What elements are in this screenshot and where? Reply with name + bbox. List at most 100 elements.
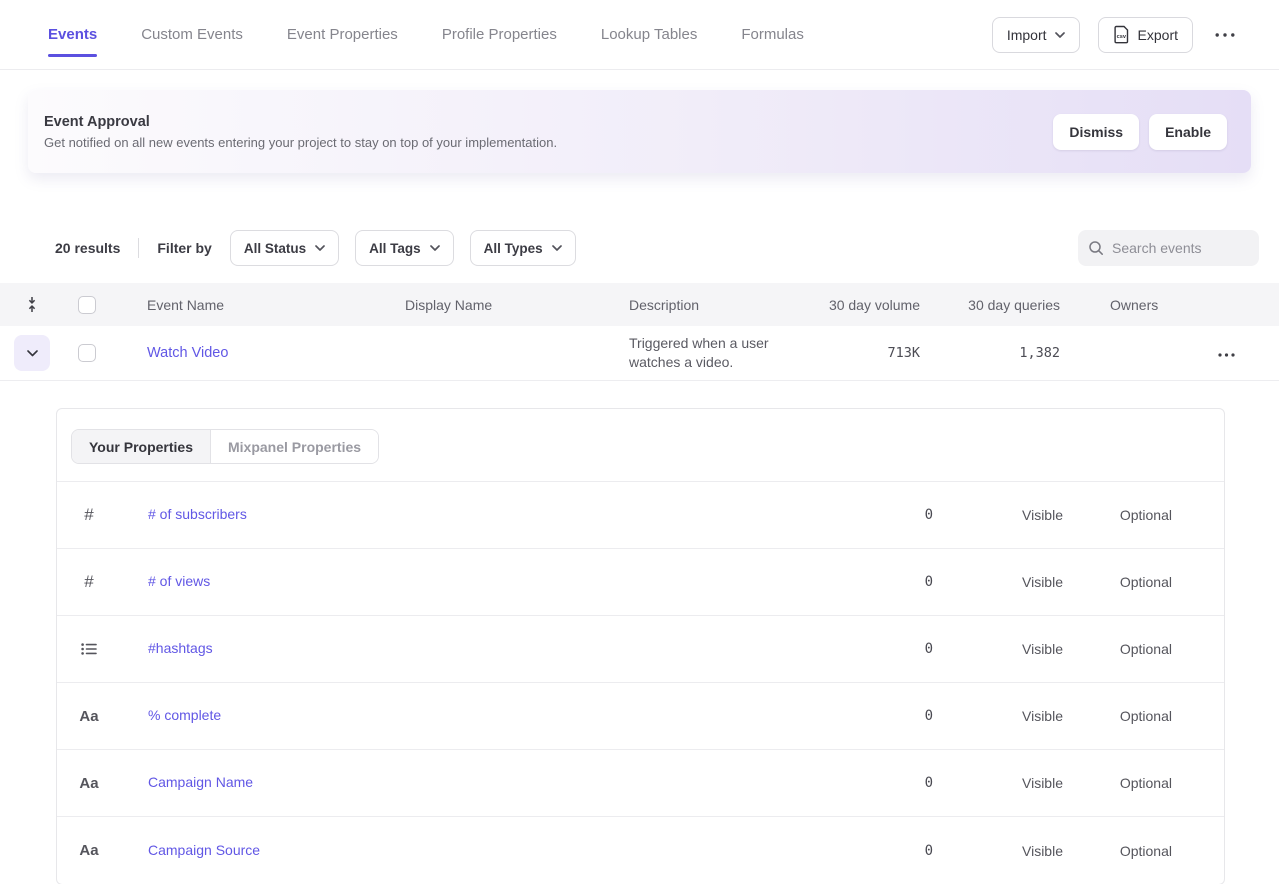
chevron-down-icon [1055,32,1065,38]
property-visibility[interactable]: Visible [933,708,1063,724]
search-box [1078,230,1259,266]
property-value: 0 [813,641,933,657]
nav-tabs: Events Custom Events Event Properties Pr… [48,0,804,69]
types-filter-dropdown[interactable]: All Types [470,230,576,266]
property-name-link[interactable]: # of subscribers [121,506,247,522]
property-visibility[interactable]: Visible [933,507,1063,523]
property-visibility[interactable]: Visible [933,641,1063,657]
tab-profile-properties[interactable]: Profile Properties [442,20,557,49]
column-owners[interactable]: Owners [1060,297,1180,313]
property-row: Aa Campaign Source 0 Visible Optional [57,817,1224,884]
property-row: # # of subscribers 0 Visible Optional [57,482,1224,549]
tags-filter-label: All Tags [369,241,421,256]
property-name-link[interactable]: % complete [121,707,221,723]
property-row: Aa % complete 0 Visible Optional [57,683,1224,750]
property-requirement[interactable]: Optional [1063,775,1172,791]
property-name-link[interactable]: Campaign Name [121,774,253,790]
status-filter-dropdown[interactable]: All Status [230,230,339,266]
tab-your-properties[interactable]: Your Properties [72,430,211,463]
collapse-row-button[interactable] [14,335,50,371]
status-filter-label: All Status [244,241,306,256]
property-value: 0 [813,775,933,791]
event-approval-banner: Event Approval Get notified on all new e… [28,90,1251,173]
event-name-link[interactable]: Watch Video [147,345,228,361]
more-options-button[interactable] [1211,17,1239,53]
properties-panel: Your Properties Mixpanel Properties # # … [56,408,1225,884]
list-type-icon [81,643,97,655]
banner-title: Event Approval [44,114,557,130]
property-value: 0 [813,843,933,859]
property-row: # # of views 0 Visible Optional [57,549,1224,616]
property-visibility[interactable]: Visible [933,574,1063,590]
property-value: 0 [813,574,933,590]
ellipsis-icon [1215,33,1235,37]
banner-actions: Dismiss Enable [1053,114,1227,150]
number-type-icon: # [84,572,93,592]
tab-formulas[interactable]: Formulas [741,20,804,49]
property-name-link[interactable]: # of views [121,573,210,589]
property-requirement[interactable]: Optional [1063,507,1172,523]
text-type-icon: Aa [79,775,98,792]
types-filter-label: All Types [484,241,543,256]
tags-filter-dropdown[interactable]: All Tags [355,230,454,266]
column-description[interactable]: Description [629,297,800,313]
collapse-all-icon[interactable] [25,296,39,313]
divider [138,238,139,258]
export-button[interactable]: csv Export [1098,17,1193,53]
select-all-checkbox[interactable] [78,296,96,314]
event-30-day-volume: 713K [887,345,920,361]
results-count: 20 results [55,240,120,256]
event-description: Triggered when a user watches a video. [629,330,801,376]
property-visibility[interactable]: Visible [933,843,1063,859]
property-visibility[interactable]: Visible [933,775,1063,791]
chevron-down-icon [27,350,38,357]
import-button[interactable]: Import [992,17,1080,53]
csv-file-icon: csv [1113,25,1130,44]
search-icon [1088,240,1104,256]
property-value: 0 [813,507,933,523]
filter-toolbar: 20 results Filter by All Status All Tags… [55,230,1259,266]
property-row: Aa Campaign Name 0 Visible Optional [57,750,1224,817]
property-row: #hashtags 0 Visible Optional [57,616,1224,683]
column-event-name[interactable]: Event Name [110,297,405,313]
enable-button[interactable]: Enable [1149,114,1227,150]
top-nav: Events Custom Events Event Properties Pr… [0,0,1279,70]
tab-custom-events[interactable]: Custom Events [141,20,243,49]
lexicon-events-page: Events Custom Events Event Properties Pr… [0,0,1279,884]
event-row-watch-video: Watch Video Triggered when a user watche… [0,326,1279,381]
top-nav-actions: Import csv Export [992,17,1239,53]
property-requirement[interactable]: Optional [1063,708,1172,724]
property-name-link[interactable]: #hashtags [121,640,213,656]
chevron-down-icon [552,245,562,251]
chevron-down-icon [430,245,440,251]
import-button-label: Import [1007,27,1047,43]
properties-tabs: Your Properties Mixpanel Properties [71,429,379,464]
ellipsis-icon [1218,353,1235,357]
tab-event-properties[interactable]: Event Properties [287,20,398,49]
property-requirement[interactable]: Optional [1063,843,1172,859]
property-requirement[interactable]: Optional [1063,574,1172,590]
tab-lookup-tables[interactable]: Lookup Tables [601,20,697,49]
text-type-icon: Aa [79,708,98,725]
event-30-day-queries: 1,382 [1019,345,1060,361]
tab-mixpanel-properties[interactable]: Mixpanel Properties [211,430,378,463]
banner-text: Event Approval Get notified on all new e… [44,114,557,150]
search-input[interactable] [1112,240,1249,256]
row-checkbox[interactable] [78,344,96,362]
column-display-name[interactable]: Display Name [405,297,629,313]
number-type-icon: # [84,505,93,525]
events-table-header: Event Name Display Name Description 30 d… [0,283,1279,326]
property-name-link[interactable]: Campaign Source [121,842,260,858]
properties-tabbar: Your Properties Mixpanel Properties [57,409,1224,482]
dismiss-button[interactable]: Dismiss [1053,114,1139,150]
chevron-down-icon [315,245,325,251]
column-30-day-volume[interactable]: 30 day volume [800,297,920,313]
property-requirement[interactable]: Optional [1063,641,1172,657]
property-value: 0 [813,708,933,724]
row-more-options-button[interactable] [1214,353,1239,357]
svg-text:csv: csv [1116,34,1126,40]
filter-by-label: Filter by [157,240,211,256]
export-button-label: Export [1138,27,1178,43]
tab-events[interactable]: Events [48,20,97,49]
column-30-day-queries[interactable]: 30 day queries [920,297,1060,313]
